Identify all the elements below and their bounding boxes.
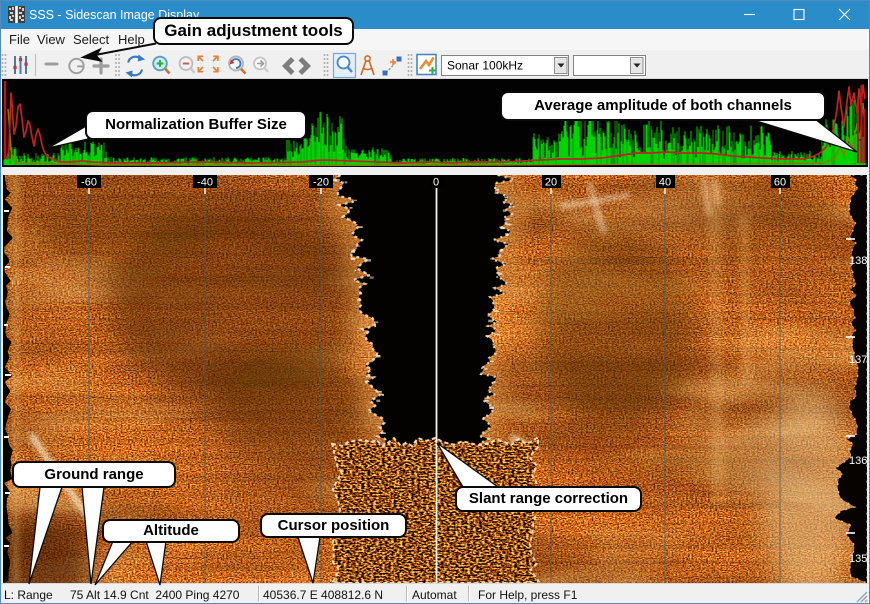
svg-text:137: 137	[849, 354, 867, 366]
svg-text:135: 135	[849, 553, 867, 565]
svg-text:Sonar 100kHz: Sonar 100kHz	[447, 59, 523, 73]
svg-text:20: 20	[545, 177, 557, 189]
svg-text:-20: -20	[313, 177, 329, 189]
svg-text:-40: -40	[197, 177, 213, 189]
svg-text:138: 138	[849, 255, 867, 267]
svg-text:60: 60	[774, 177, 786, 189]
svg-text:-60: -60	[81, 177, 97, 189]
svg-text:136: 136	[849, 455, 867, 467]
svg-text:0: 0	[433, 177, 439, 189]
svg-text:40: 40	[659, 177, 671, 189]
